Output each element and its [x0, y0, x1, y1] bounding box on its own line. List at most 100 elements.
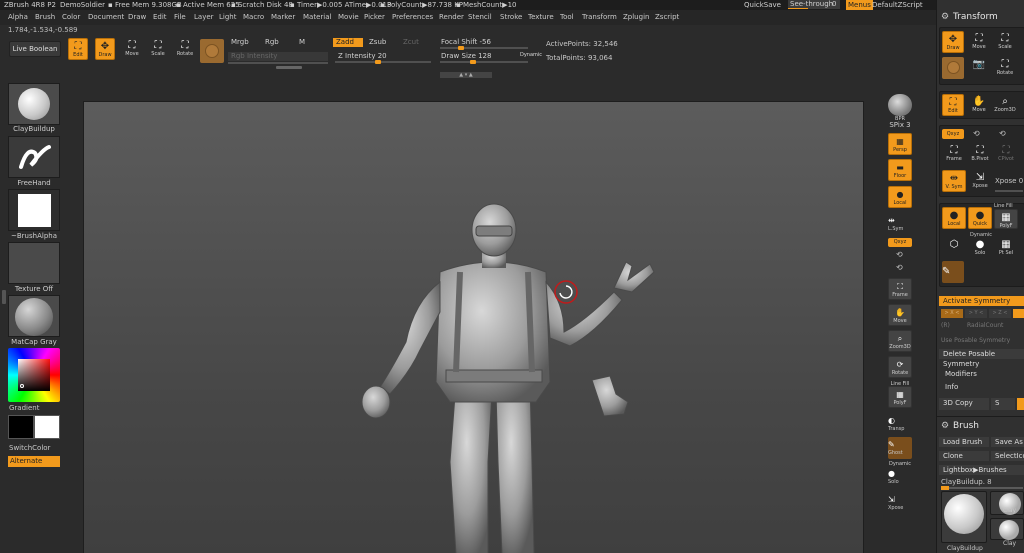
- rotate-view-button[interactable]: ⟳ Rotate: [888, 356, 912, 378]
- radial-count-slider[interactable]: RadialCount: [967, 322, 1003, 329]
- palette-ghost-button[interactable]: ✎: [942, 261, 964, 283]
- menu-stroke[interactable]: Stroke: [500, 10, 522, 25]
- vsym-button[interactable]: ⇹ V. Sym: [942, 170, 966, 192]
- bpr-button[interactable]: [888, 94, 912, 116]
- frame-button[interactable]: ⛶ Frame: [888, 278, 912, 300]
- menu-texture[interactable]: Texture: [528, 10, 554, 25]
- draw-size-knob[interactable]: [470, 60, 476, 64]
- secondary-color-swatch[interactable]: [34, 415, 60, 439]
- menu-document[interactable]: Document: [88, 10, 124, 25]
- rgb-button[interactable]: Rgb: [262, 38, 296, 47]
- polyf-button[interactable]: ▦ PolyF: [888, 386, 912, 408]
- mrgb-button[interactable]: Mrgb: [228, 38, 262, 47]
- solo-button[interactable]: ● Solo: [888, 466, 912, 488]
- spix-slider[interactable]: SPix 3: [886, 121, 914, 129]
- menu-brush[interactable]: Brush: [35, 10, 55, 25]
- focal-shift-slider[interactable]: Focal Shift -56: [438, 38, 528, 47]
- xyz-button[interactable]: Qxyz: [888, 238, 912, 247]
- clone-button[interactable]: Clone: [939, 451, 989, 461]
- move-button[interactable]: ⛶ Move: [122, 38, 142, 60]
- floor-button[interactable]: ▬ Floor: [888, 159, 912, 181]
- zsub-button[interactable]: Zsub: [366, 38, 396, 47]
- document-canvas[interactable]: [83, 101, 864, 553]
- persp-button[interactable]: ▦ Persp: [888, 133, 912, 155]
- palette-move-button[interactable]: ⛶ Move: [967, 31, 991, 53]
- menu-alpha[interactable]: Alpha: [8, 10, 28, 25]
- use-posable-symmetry-button[interactable]: Use Posable Symmetry: [941, 337, 1010, 344]
- soldier-model[interactable]: [84, 102, 865, 553]
- rotate-y-icon[interactable]: ⟲: [896, 250, 903, 259]
- menu-layer[interactable]: Layer: [194, 10, 214, 25]
- transform-title[interactable]: Transform: [953, 12, 998, 22]
- menu-edit[interactable]: Edit: [153, 10, 167, 25]
- palette-rotate-y-icon[interactable]: ⟲: [973, 129, 980, 138]
- move-view-button[interactable]: ✋ Move: [888, 304, 912, 326]
- brush-scroll-track[interactable]: [941, 487, 1023, 489]
- activate-symmetry-button[interactable]: Activate Symmetry: [939, 296, 1024, 306]
- sym-z-button[interactable]: > Z <: [989, 309, 1011, 318]
- ptsel-button[interactable]: ▦ Pt Sel: [994, 237, 1018, 259]
- primary-color-swatch[interactable]: [8, 415, 34, 439]
- load-brush-button[interactable]: Load Brush: [939, 437, 989, 447]
- palette-local-button[interactable]: ● Local: [942, 207, 966, 229]
- alpha-thumbnail[interactable]: [8, 189, 60, 231]
- scale-button[interactable]: ⛶ Scale: [148, 38, 168, 60]
- menu-movie[interactable]: Movie: [338, 10, 359, 25]
- toolbar-handle[interactable]: [276, 66, 302, 69]
- menu-file[interactable]: File: [174, 10, 186, 25]
- sym-m-button[interactable]: [1013, 309, 1024, 318]
- save-as-button[interactable]: Save As: [991, 437, 1024, 447]
- z-intensity-knob[interactable]: [375, 60, 381, 64]
- default-zscript-button[interactable]: DefaultZScript: [872, 0, 923, 10]
- m-button[interactable]: M: [296, 38, 326, 47]
- menu-stencil[interactable]: Stencil: [468, 10, 492, 25]
- texture-thumbnail[interactable]: [8, 242, 60, 284]
- menu-zscript[interactable]: Zscript: [655, 10, 679, 25]
- menu-zplugin[interactable]: Zplugin: [623, 10, 649, 25]
- menu-render[interactable]: Render: [439, 10, 464, 25]
- palette-draw-button[interactable]: ✥ Draw: [942, 31, 964, 53]
- zcut-button[interactable]: Zcut: [400, 38, 430, 47]
- collapse-handle[interactable]: ▲ ▾ ▲: [440, 72, 492, 78]
- menu-transform[interactable]: Transform: [582, 10, 617, 25]
- left-tray-handle[interactable]: [2, 290, 6, 304]
- palette-transp-button[interactable]: ⬡: [942, 237, 966, 259]
- palette-rotate-z-icon[interactable]: ⟲: [999, 129, 1006, 138]
- copy-3d-button[interactable]: 3D Copy: [939, 398, 989, 410]
- brush-thumbnail[interactable]: [8, 83, 60, 125]
- material-color-swatch[interactable]: [200, 39, 224, 63]
- copy-s-button[interactable]: S: [991, 398, 1015, 410]
- menu-material[interactable]: Material: [303, 10, 331, 25]
- lightbox-brushes-button[interactable]: Lightbox▶Brushes: [939, 465, 1024, 475]
- brush-thumb-main[interactable]: [941, 491, 987, 543]
- zadd-button[interactable]: Zadd: [333, 38, 363, 47]
- palette-rotate-button[interactable]: ⛶ Rotate: [993, 57, 1017, 79]
- quicksave-button[interactable]: QuickSave: [744, 0, 781, 10]
- copy-toggle[interactable]: [1017, 398, 1024, 410]
- alternate-button[interactable]: Alternate: [8, 456, 60, 467]
- xpose-slider[interactable]: Xpose 0: [995, 177, 1023, 185]
- menu-color[interactable]: Color: [62, 10, 80, 25]
- stroke-thumbnail[interactable]: [8, 136, 60, 178]
- palette-xpose-button[interactable]: ⇲ Xpose: [968, 170, 992, 192]
- brush-thumb-3[interactable]: [990, 518, 1024, 540]
- gradient-label[interactable]: Gradient: [9, 404, 39, 412]
- palette-hand-button[interactable]: ✋ Move: [967, 94, 991, 116]
- palette-xyz-button[interactable]: Qxyz: [942, 129, 964, 139]
- rotate-z-icon[interactable]: ⟲: [896, 263, 903, 272]
- menu-tool[interactable]: Tool: [560, 10, 574, 25]
- radial-r-button[interactable]: (R): [941, 322, 950, 329]
- sym-y-button[interactable]: > Y <: [965, 309, 987, 318]
- palette-edit-button[interactable]: ⛶ Edit: [942, 94, 964, 116]
- menu-preferences[interactable]: Preferences: [392, 10, 433, 25]
- palette-frame-button[interactable]: ⛶ Frame: [942, 143, 966, 165]
- brush-scroll-knob[interactable]: [941, 486, 949, 490]
- local-button[interactable]: ● Local: [888, 186, 912, 208]
- switch-color-button[interactable]: SwitchColor: [9, 444, 50, 452]
- menu-draw[interactable]: Draw: [128, 10, 146, 25]
- live-boolean-button[interactable]: Live Boolean: [9, 41, 61, 57]
- lsym-button[interactable]: ⇹ L.Sym: [888, 213, 912, 235]
- draw-button[interactable]: ✥ Draw: [95, 38, 115, 60]
- palette-polyf-button[interactable]: ▦ PolyF: [994, 209, 1018, 229]
- menus-button[interactable]: Menus: [846, 0, 873, 10]
